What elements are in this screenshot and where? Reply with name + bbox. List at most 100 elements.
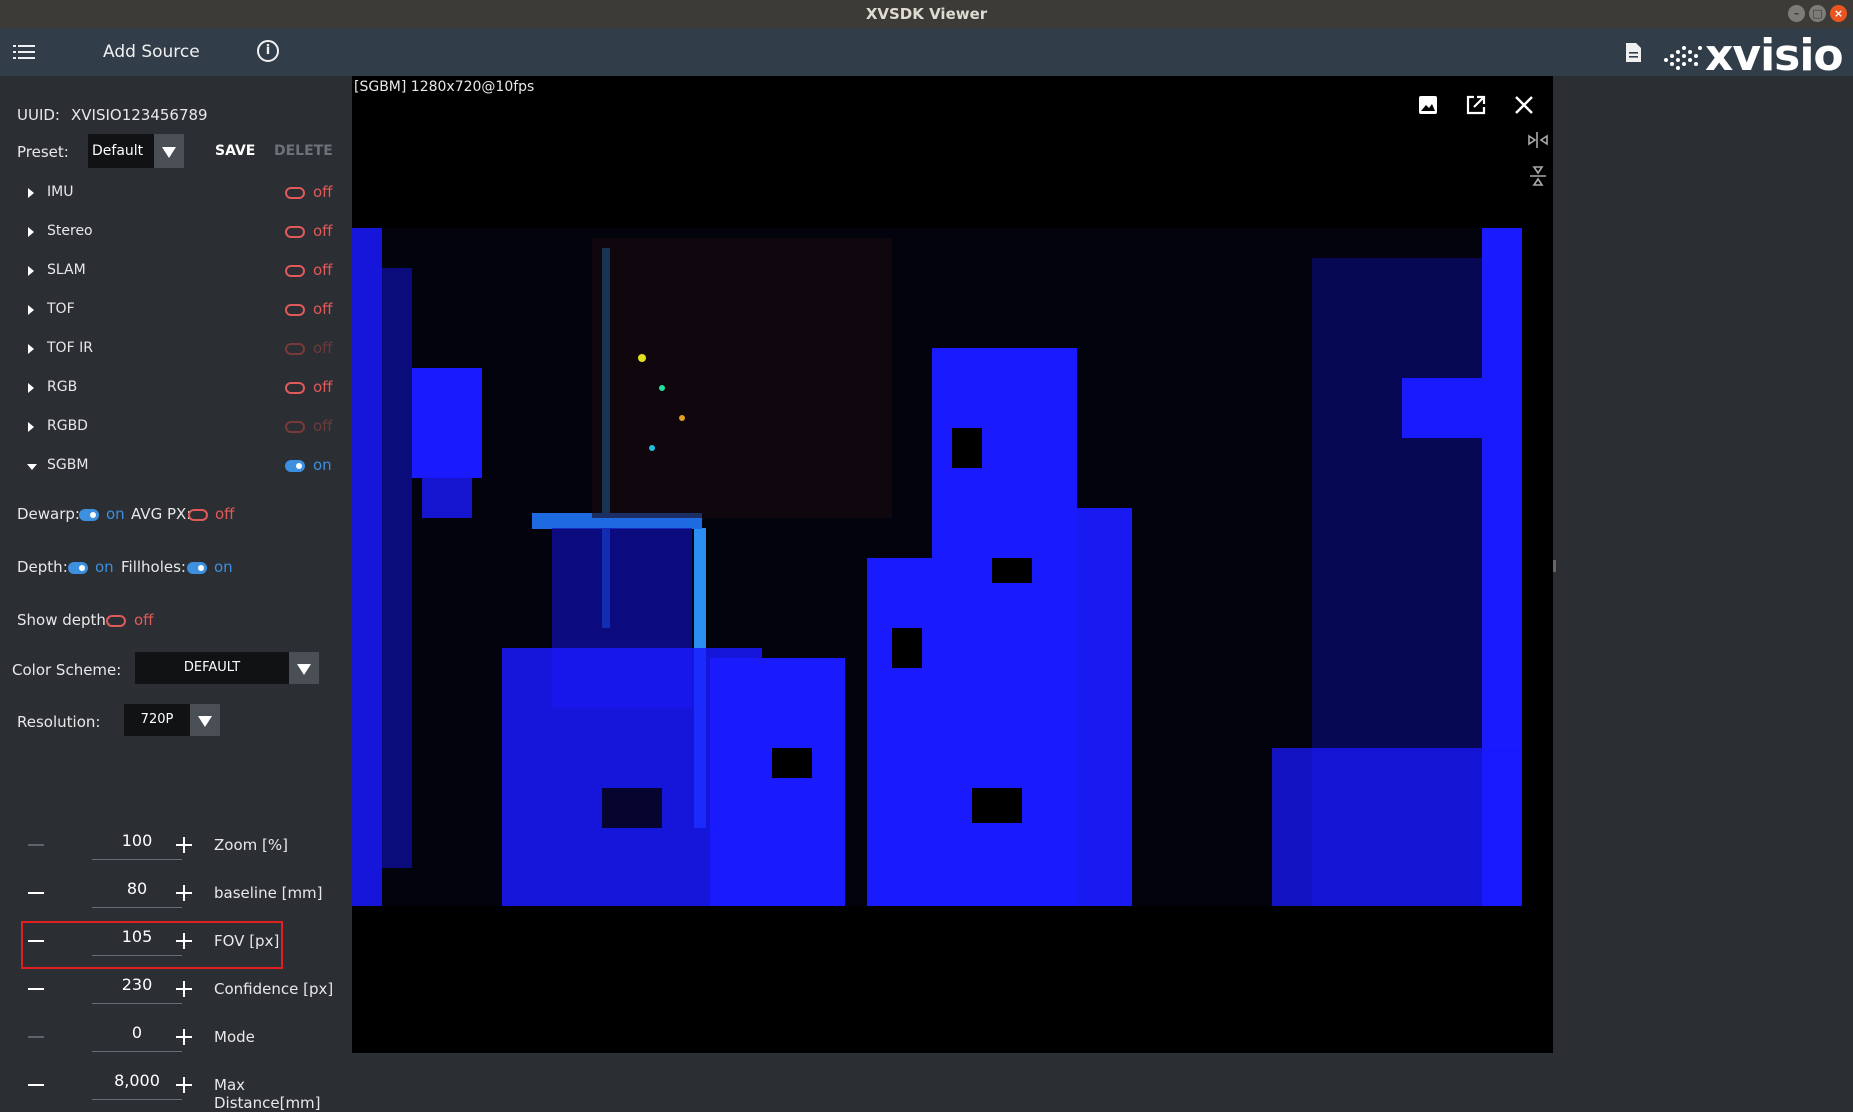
module-state: off	[313, 261, 333, 279]
resolution-label: Resolution:	[17, 713, 101, 731]
close-icon[interactable]	[1514, 95, 1534, 115]
decrement-button[interactable]	[28, 988, 44, 990]
show-depth-toggle[interactable]	[106, 615, 126, 627]
pop-out-icon[interactable]	[1466, 95, 1486, 115]
panel-splitter-handle[interactable]	[1553, 560, 1556, 572]
dewarp-label: Dewarp:	[17, 505, 80, 523]
color-scheme-dropdown[interactable]: DEFAULT	[135, 652, 319, 684]
decrement-button[interactable]	[28, 844, 44, 846]
module-row-imu[interactable]: IMU off	[28, 182, 338, 206]
expand-caret-icon[interactable]	[28, 188, 34, 198]
stepper-label: Max Distance[mm]	[214, 1076, 321, 1112]
expand-caret-icon[interactable]	[28, 305, 34, 315]
stepper-row: 8,000 Max Distance[mm]	[20, 1065, 340, 1112]
increment-button[interactable]	[176, 1029, 192, 1045]
avg-px-label: AVG PX:	[131, 505, 192, 523]
uuid-value: XVISIO123456789	[71, 106, 208, 124]
image-snapshot-icon[interactable]	[1418, 95, 1438, 115]
stepper-row: 0 Mode	[20, 1017, 340, 1057]
flip-horizontal-icon[interactable]	[1526, 128, 1550, 152]
dropdown-arrow-icon[interactable]	[154, 134, 184, 168]
dewarp-toggle[interactable]	[79, 509, 99, 521]
stepper-label: Mode	[214, 1028, 255, 1046]
module-row-tof[interactable]: TOF off	[28, 299, 338, 323]
uuid-label: UUID:	[17, 106, 60, 124]
dropdown-arrow-icon[interactable]	[289, 652, 319, 684]
stepper-value[interactable]: 0	[92, 1023, 182, 1042]
input-underline	[92, 907, 182, 908]
right-side-panel	[1553, 76, 1853, 1053]
module-toggle[interactable]	[285, 187, 305, 199]
flip-vertical-icon[interactable]	[1526, 164, 1550, 188]
module-row-rgb[interactable]: RGB off	[28, 377, 338, 401]
module-state: off	[313, 183, 333, 201]
module-toggle[interactable]	[285, 460, 305, 472]
expand-caret-icon[interactable]	[28, 344, 34, 354]
preset-value: Default	[92, 143, 144, 159]
resolution-dropdown[interactable]: 720P	[124, 704, 220, 736]
module-toggle[interactable]	[285, 421, 305, 433]
module-name: RGB	[47, 379, 78, 395]
increment-button[interactable]	[176, 981, 192, 997]
close-window-button[interactable]: ×	[1830, 5, 1847, 22]
module-name: IMU	[47, 184, 74, 200]
depth-toggle[interactable]	[68, 562, 88, 574]
stepper-value[interactable]: 100	[92, 831, 182, 850]
delete-button[interactable]: DELETE	[274, 143, 333, 159]
dewarp-state: on	[106, 505, 125, 523]
increment-button[interactable]	[176, 837, 192, 853]
preset-dropdown[interactable]: Default	[88, 134, 184, 168]
fillholes-label: Fillholes:	[121, 558, 186, 576]
stepper-value[interactable]: 80	[92, 879, 182, 898]
expand-caret-icon[interactable]	[27, 464, 37, 470]
minimize-button[interactable]: –	[1788, 5, 1805, 22]
maximize-button[interactable]: □	[1809, 5, 1826, 22]
module-row-stereo[interactable]: Stereo off	[28, 221, 338, 245]
module-name: RGBD	[47, 418, 88, 434]
expand-caret-icon[interactable]	[28, 383, 34, 393]
module-state: off	[313, 222, 333, 240]
stepper-label: Zoom [%]	[214, 836, 288, 854]
fillholes-state: on	[214, 558, 233, 576]
expand-caret-icon[interactable]	[28, 422, 34, 432]
expand-caret-icon[interactable]	[28, 227, 34, 237]
module-toggle[interactable]	[285, 226, 305, 238]
module-row-tof-ir[interactable]: TOF IR off	[28, 338, 338, 362]
module-toggle[interactable]	[285, 265, 305, 277]
stepper-value[interactable]: 8,000	[92, 1071, 182, 1090]
increment-button[interactable]	[176, 885, 192, 901]
input-underline	[92, 1051, 182, 1052]
module-toggle[interactable]	[285, 343, 305, 355]
logo-wordmark: xvisio	[1705, 30, 1844, 81]
decrement-button[interactable]	[28, 1036, 44, 1038]
module-row-rgbd[interactable]: RGBD off	[28, 416, 338, 440]
add-source-button[interactable]: Add Source	[103, 42, 200, 62]
module-toggle[interactable]	[285, 304, 305, 316]
depth-state: on	[95, 558, 114, 576]
fillholes-toggle[interactable]	[187, 562, 207, 574]
stepper-row: 100 Zoom [%]	[20, 825, 340, 865]
stepper-value[interactable]: 230	[92, 975, 182, 994]
document-icon[interactable]	[1625, 42, 1642, 63]
module-name: SLAM	[47, 262, 86, 278]
input-underline	[92, 1003, 182, 1004]
decrement-button[interactable]	[28, 892, 44, 894]
stepper-label: baseline [mm]	[214, 884, 323, 902]
module-toggle[interactable]	[285, 382, 305, 394]
dropdown-arrow-icon[interactable]	[190, 704, 220, 736]
list-menu-icon[interactable]	[13, 42, 35, 62]
avg-px-toggle[interactable]	[188, 509, 208, 521]
expand-caret-icon[interactable]	[28, 266, 34, 276]
module-name: TOF	[47, 301, 75, 317]
increment-button[interactable]	[176, 1077, 192, 1093]
module-row-sgbm[interactable]: SGBM on	[27, 455, 338, 479]
window-titlebar: XVSDK Viewer – □ ×	[0, 0, 1853, 28]
window-title: XVSDK Viewer	[865, 5, 988, 23]
info-icon[interactable]: i	[257, 40, 279, 62]
decrement-button[interactable]	[28, 1084, 44, 1086]
save-button[interactable]: SAVE	[215, 143, 255, 159]
stream-info: [SGBM] 1280x720@10fps	[354, 79, 535, 95]
module-state: off	[313, 417, 333, 435]
module-state: off	[313, 339, 333, 357]
module-row-slam[interactable]: SLAM off	[28, 260, 338, 284]
